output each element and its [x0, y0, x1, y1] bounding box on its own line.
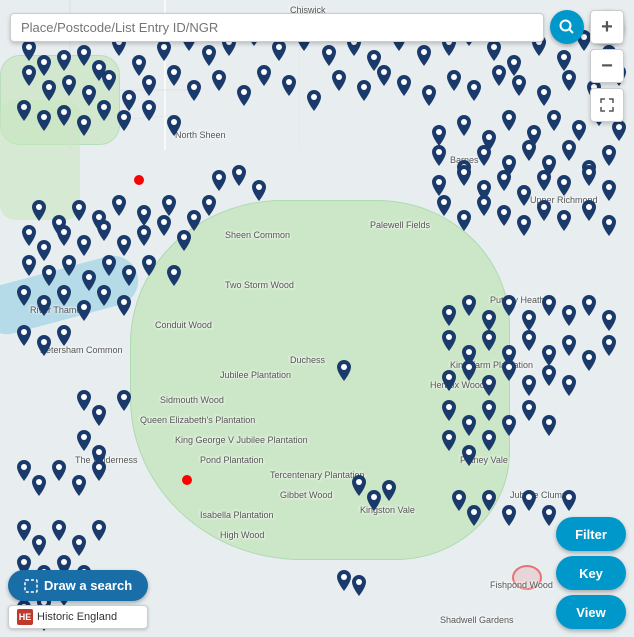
view-button[interactable]: View [556, 595, 626, 629]
brand-name: Historic England [37, 611, 117, 623]
zoom-controls: + − [590, 10, 624, 122]
filter-button[interactable]: Filter [556, 517, 626, 551]
red-marker-2 [182, 475, 192, 485]
bottom-left-controls: Draw a search HE Historic England [8, 570, 148, 629]
map-container[interactable]: ChiswickNorth SheenSheen CommonPalewell … [0, 0, 634, 637]
historic-england-logo: HE Historic England [8, 605, 148, 629]
richmond-park-area [130, 200, 510, 560]
fullscreen-button[interactable] [590, 88, 624, 122]
zoom-in-button[interactable]: + [590, 10, 624, 44]
draw-search-label: Draw a search [44, 578, 132, 593]
bottom-right-controls: Filter Key View [556, 517, 626, 629]
key-button[interactable]: Key [556, 556, 626, 590]
search-button[interactable] [550, 10, 584, 44]
search-bar [10, 10, 624, 44]
red-marker-1 [134, 175, 144, 185]
zoom-out-button[interactable]: − [590, 49, 624, 83]
he-logo-mark: HE [17, 609, 33, 625]
pink-circle-anomaly [512, 565, 542, 590]
search-input-container[interactable] [10, 13, 544, 42]
draw-search-button[interactable]: Draw a search [8, 570, 148, 601]
search-input[interactable] [21, 20, 533, 35]
park-area-small-2 [0, 100, 80, 220]
